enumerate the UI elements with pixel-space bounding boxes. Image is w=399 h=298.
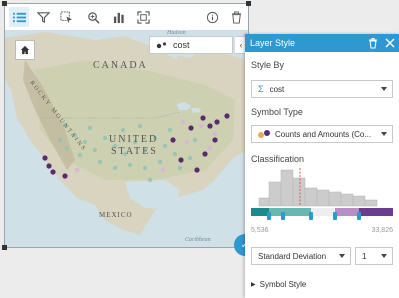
resize-handle-top-left[interactable] <box>2 1 7 6</box>
map-label-caribbean: Caribbean <box>185 237 211 243</box>
symbol-style-label: Symbol Style <box>259 280 307 289</box>
style-by-label: Style By <box>251 60 285 70</box>
trash-icon[interactable] <box>226 7 246 27</box>
map-view[interactable]: CANADA ROCKY MOUNTAINS UNITED STATES MEX… <box>5 30 248 247</box>
counts-amounts-icon <box>258 130 270 138</box>
class-count-dropdown[interactable]: 1 <box>355 247 393 265</box>
symbol-type-value: Counts and Amounts (Co... <box>275 129 372 139</box>
symbol-style-toggle[interactable]: ▶ Symbol Style <box>251 280 306 289</box>
selection-icon[interactable] <box>56 7 76 27</box>
chevron-down-icon <box>381 87 387 91</box>
chart-icon[interactable] <box>109 7 129 27</box>
legend-dots-icon <box>156 42 167 49</box>
legend-label: cost <box>173 40 190 50</box>
map-label-united: UNITED <box>109 134 159 145</box>
map-toolbar <box>5 4 248 31</box>
class-count-value: 1 <box>362 251 367 261</box>
map-legend[interactable]: cost <box>149 36 233 54</box>
chevron-down-icon <box>381 132 387 136</box>
info-icon[interactable] <box>202 7 222 27</box>
panel-title: Layer Style <box>250 38 296 48</box>
map-label-states: STATES <box>111 146 158 157</box>
map-label-canada: CANADA <box>93 60 148 71</box>
layer-style-panel: Layer Style Style By Σ cost Symbol Type … <box>245 34 399 298</box>
home-icon <box>20 45 30 55</box>
classification-method-value: Standard Deviation <box>258 251 327 261</box>
classification-label: Classification <box>251 154 305 164</box>
close-icon[interactable] <box>384 37 396 49</box>
home-button[interactable] <box>15 40 35 60</box>
classification-method-dropdown[interactable]: Standard Deviation <box>251 247 351 265</box>
trash-icon[interactable] <box>367 37 379 49</box>
map-label-mexico: MEXICO <box>99 211 133 219</box>
histogram-max: 33,826 <box>371 227 393 234</box>
caret-right-icon: ▶ <box>251 282 256 288</box>
panel-header: Layer Style <box>245 34 399 52</box>
resize-handle-bottom-left[interactable] <box>2 245 7 250</box>
style-by-value: cost <box>269 84 285 94</box>
symbol-type-label: Symbol Type <box>251 107 303 117</box>
chevron-down-icon <box>339 254 345 258</box>
symbol-type-dropdown[interactable]: Counts and Amounts (Co... <box>251 125 393 143</box>
histogram-min: 5,536 <box>251 227 269 234</box>
histogram-range: 5,536 33,826 <box>251 227 393 234</box>
sigma-icon: Σ <box>258 84 264 94</box>
zoom-icon[interactable] <box>83 7 103 27</box>
layers-list-icon[interactable] <box>9 7 29 27</box>
chevron-down-icon <box>381 254 387 258</box>
classification-histogram[interactable] <box>251 168 393 226</box>
expand-icon[interactable] <box>133 7 153 27</box>
map-card: CANADA ROCKY MOUNTAINS UNITED STATES MEX… <box>2 1 251 250</box>
filter-icon[interactable] <box>33 7 53 27</box>
resize-handle-top-right[interactable] <box>246 1 251 6</box>
chevron-left-icon: ‹ <box>239 40 243 50</box>
style-by-dropdown[interactable]: Σ cost <box>251 80 393 98</box>
